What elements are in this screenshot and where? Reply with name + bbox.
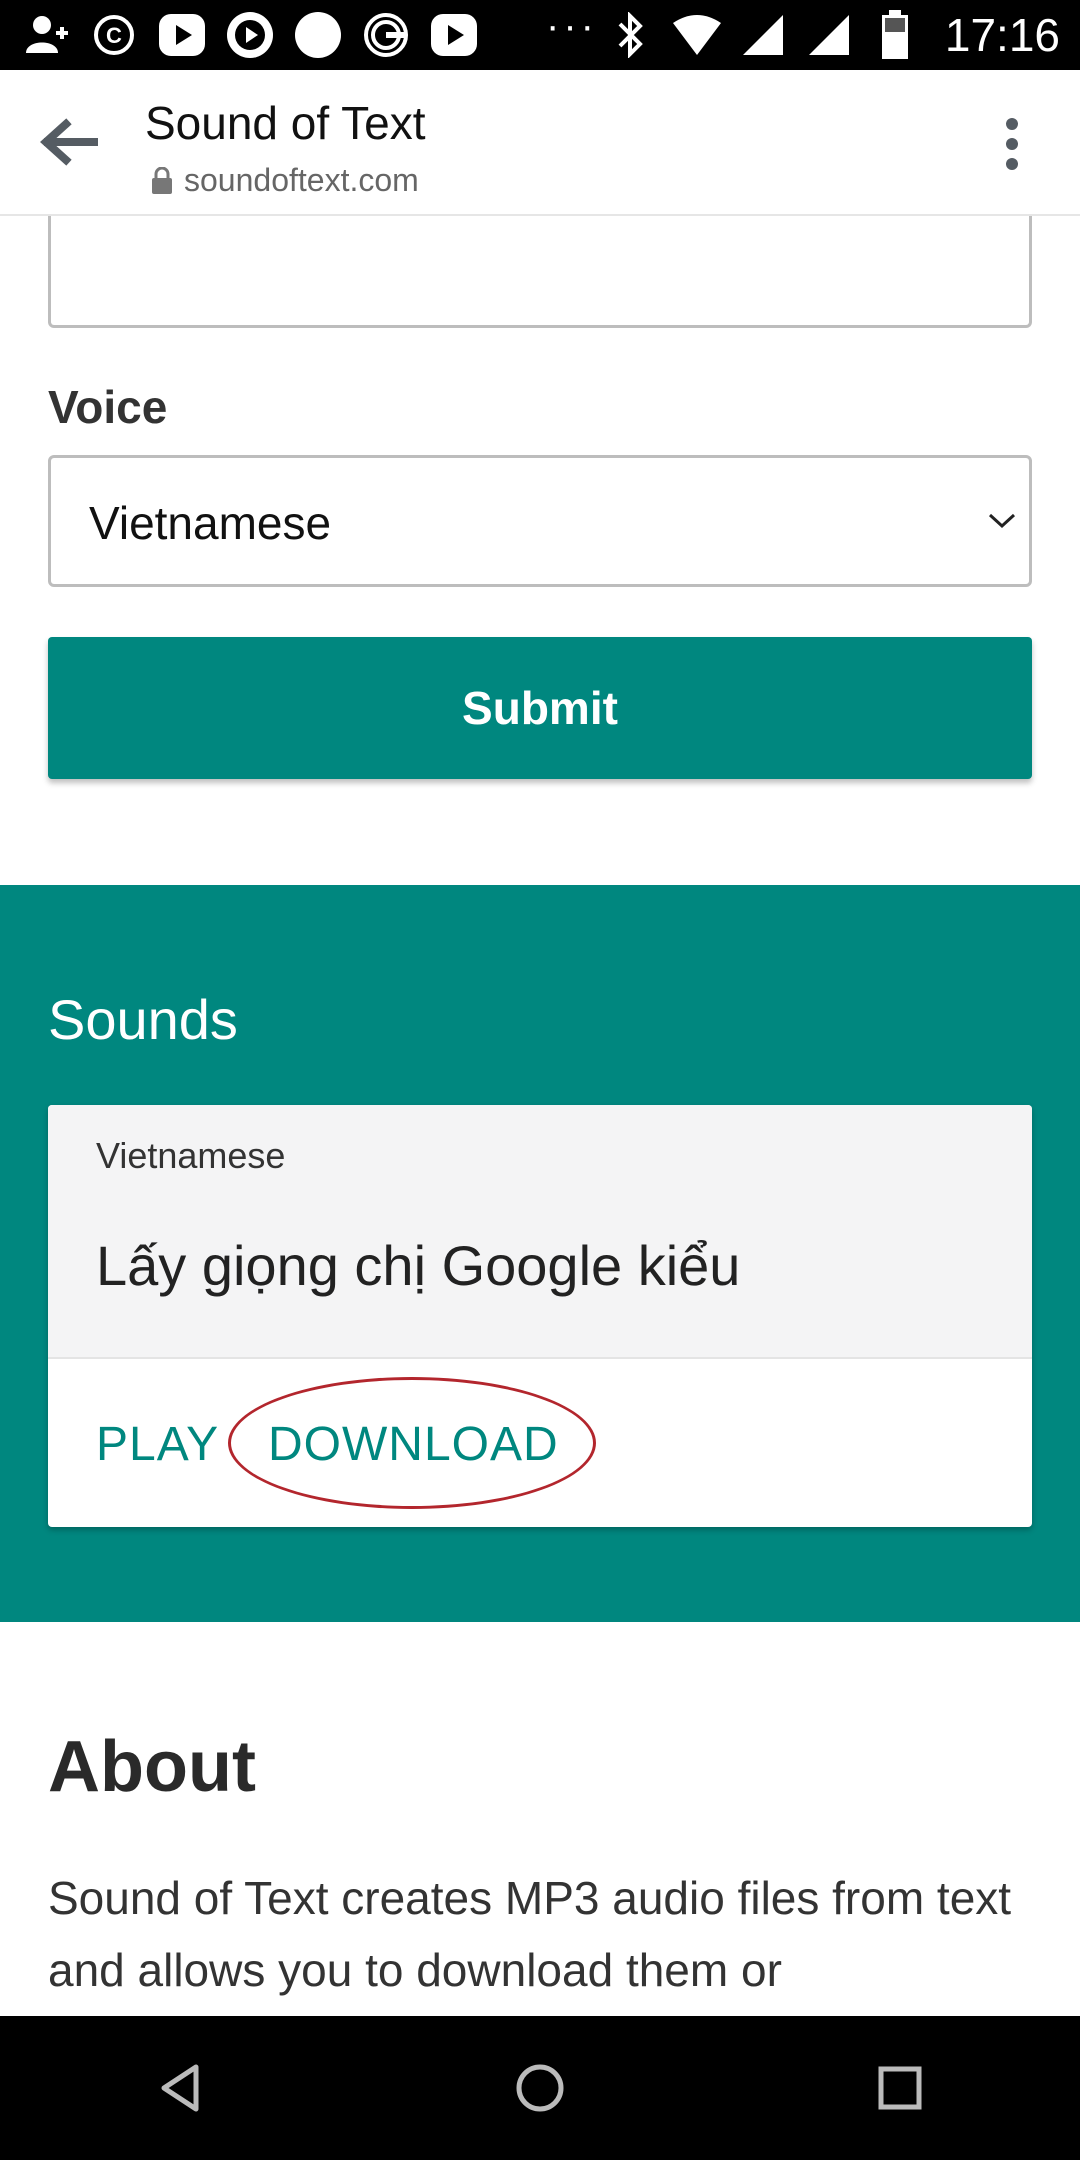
browser-app-bar: Sound of Text soundoftext.com: [0, 70, 1080, 216]
play-icon: [156, 9, 208, 61]
person-add-icon: [20, 9, 72, 61]
site-url[interactable]: soundoftext.com: [150, 162, 419, 199]
sounds-section: Sounds Vietnamese Lấy giọng chị Google k…: [0, 885, 1080, 1622]
signal-icon: [737, 9, 789, 61]
voice-select-value: Vietnamese: [89, 497, 332, 549]
more-notifications-icon: ···: [546, 4, 598, 48]
status-bar: C ··· 17:16: [0, 0, 1080, 70]
submit-button[interactable]: Submit: [48, 637, 1032, 779]
nav-back-button[interactable]: [150, 2058, 210, 2118]
chevron-down-icon: [988, 513, 1016, 529]
battery-icon: [869, 9, 921, 61]
signal-icon: [803, 9, 855, 61]
home-circle-icon: [516, 2064, 564, 2112]
recents-square-icon: [878, 2066, 922, 2110]
g-icon: [360, 9, 412, 61]
more-vert-icon: [1006, 118, 1018, 170]
sound-text: Lấy giọng chị Google kiểu: [96, 1234, 741, 1297]
sounds-heading: Sounds: [48, 988, 238, 1051]
back-button[interactable]: [38, 116, 100, 168]
triangle-back-icon: [161, 2064, 199, 2112]
bluetooth-icon: [605, 9, 657, 61]
svg-text:C: C: [106, 23, 122, 48]
download-button[interactable]: DOWNLOAD: [268, 1417, 559, 1472]
voice-label: Voice: [48, 381, 168, 433]
nav-home-button[interactable]: [510, 2058, 570, 2118]
overflow-menu-button[interactable]: [1004, 116, 1020, 172]
play-icon: [428, 9, 480, 61]
nav-recents-button[interactable]: [870, 2058, 930, 2118]
about-text: Sound of Text creates MP3 audio files fr…: [48, 1872, 1012, 1996]
play-button[interactable]: PLAY: [96, 1417, 219, 1472]
sound-voice: Vietnamese: [96, 1135, 286, 1176]
sound-card-header: Vietnamese Lấy giọng chị Google kiểu: [48, 1105, 1032, 1359]
site-url-text: soundoftext.com: [184, 162, 419, 198]
wifi-icon: [671, 9, 723, 61]
system-nav-bar: [0, 2016, 1080, 2160]
about-heading: About: [48, 1727, 256, 1807]
copyright-icon: C: [88, 9, 140, 61]
play-circle-icon: [224, 9, 276, 61]
sound-card: Vietnamese Lấy giọng chị Google kiểu PLA…: [48, 1105, 1032, 1527]
lock-icon: [152, 166, 172, 194]
arrow-back-icon: [40, 118, 98, 166]
page-title: Sound of Text: [145, 97, 426, 149]
clock-time: 17:16: [944, 9, 1060, 61]
text-input[interactable]: [48, 216, 1032, 328]
circle-icon: [292, 9, 344, 61]
voice-select[interactable]: Vietnamese: [48, 455, 1032, 587]
